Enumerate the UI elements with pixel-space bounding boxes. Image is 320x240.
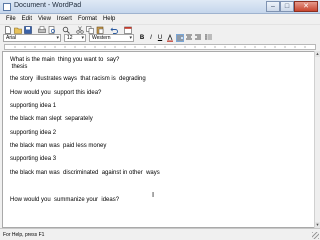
menu-help[interactable]: Help	[100, 14, 118, 24]
new-icon[interactable]	[4, 26, 12, 34]
chevron-down-icon[interactable]: ▾	[81, 35, 84, 41]
menu-view[interactable]: View	[35, 14, 54, 24]
standard-toolbar	[0, 24, 320, 34]
undo-icon[interactable]	[110, 26, 118, 34]
font-size-select[interactable]: 12 ▾	[64, 34, 86, 42]
format-bar: Arial ▾ 12 ▾ Western ▾ B I U	[0, 33, 320, 43]
doc-line: What is the main thing you want to say?	[10, 57, 120, 63]
menu-bar: File Edit View Insert Format Help	[0, 14, 320, 24]
print-icon[interactable]	[38, 26, 46, 34]
text-cursor-icon: I	[152, 191, 155, 199]
align-right-button[interactable]	[194, 34, 202, 42]
resize-grip-icon[interactable]	[312, 232, 319, 239]
script-value: Western	[92, 35, 111, 41]
italic-button[interactable]: I	[147, 34, 155, 42]
menu-file[interactable]: File	[3, 14, 19, 24]
save-icon[interactable]	[24, 26, 32, 34]
menu-format[interactable]: Format	[75, 14, 100, 24]
ruler-strip	[4, 44, 316, 50]
font-name-select[interactable]: Arial ▾	[3, 34, 61, 42]
chevron-down-icon[interactable]: ▾	[129, 35, 132, 41]
doc-line: the story illustrates ways that racism i…	[10, 76, 146, 82]
chevron-down-icon[interactable]: ▾	[56, 35, 59, 41]
font-name-value: Arial	[6, 35, 17, 41]
underline-button[interactable]: U	[156, 34, 164, 42]
doc-line: thesis	[10, 64, 28, 70]
document-area[interactable]: What is the main thing you want to say? …	[2, 51, 316, 228]
menu-insert[interactable]: Insert	[54, 14, 75, 24]
bullets-icon	[204, 34, 212, 40]
date-time-icon[interactable]	[124, 26, 132, 34]
menu-edit[interactable]: Edit	[19, 14, 35, 24]
open-icon[interactable]	[14, 26, 22, 34]
ruler-ticks	[14, 46, 306, 48]
wordpad-app-icon[interactable]	[3, 3, 11, 11]
maximize-button[interactable]: □	[280, 1, 294, 12]
doc-line: the black man slept separately	[10, 116, 93, 122]
color-button[interactable]	[166, 33, 174, 42]
bold-button[interactable]: B	[138, 34, 146, 42]
window-title: Document - WordPad	[14, 2, 82, 9]
align-left-icon	[177, 35, 183, 41]
title-bar[interactable]: Document - WordPad – □ ✕	[0, 0, 320, 14]
find-icon[interactable]	[62, 26, 70, 34]
scroll-up-icon[interactable]: ▲	[315, 51, 320, 57]
script-select[interactable]: Western ▾	[89, 34, 134, 42]
align-center-button[interactable]	[185, 34, 193, 42]
caption-buttons: – □ ✕	[266, 1, 318, 12]
doc-line: supporting idea 2	[10, 130, 57, 136]
font-color-icon	[167, 33, 173, 42]
align-left-button[interactable]	[176, 34, 184, 42]
align-center-icon	[186, 34, 192, 40]
copy-icon[interactable]	[86, 26, 94, 34]
doc-line: supporting idea 1	[10, 103, 57, 109]
status-text: For Help, press F1	[3, 232, 45, 238]
font-size-value: 12	[67, 35, 73, 41]
cut-icon[interactable]	[76, 26, 84, 34]
paste-icon[interactable]	[96, 26, 104, 34]
bullets-button[interactable]	[204, 34, 212, 42]
status-bar: For Help, press F1	[0, 228, 320, 240]
align-right-icon	[195, 34, 201, 40]
ruler[interactable]	[0, 43, 320, 51]
close-button[interactable]: ✕	[294, 1, 318, 12]
doc-line: the black man was paid less money	[10, 143, 107, 149]
minimize-button[interactable]: –	[266, 1, 280, 12]
vertical-scrollbar[interactable]: ▲ ▼	[314, 51, 320, 228]
doc-line: the black man was discriminated against …	[10, 170, 160, 176]
doc-line: How would you support this idea?	[10, 90, 102, 96]
doc-line: How would you summanize your ideas?	[10, 197, 120, 203]
wordpad-window: Document - WordPad – □ ✕ File Edit View …	[0, 0, 320, 240]
doc-line: supporting idea 3	[10, 156, 57, 162]
print-preview-icon[interactable]	[48, 26, 56, 34]
